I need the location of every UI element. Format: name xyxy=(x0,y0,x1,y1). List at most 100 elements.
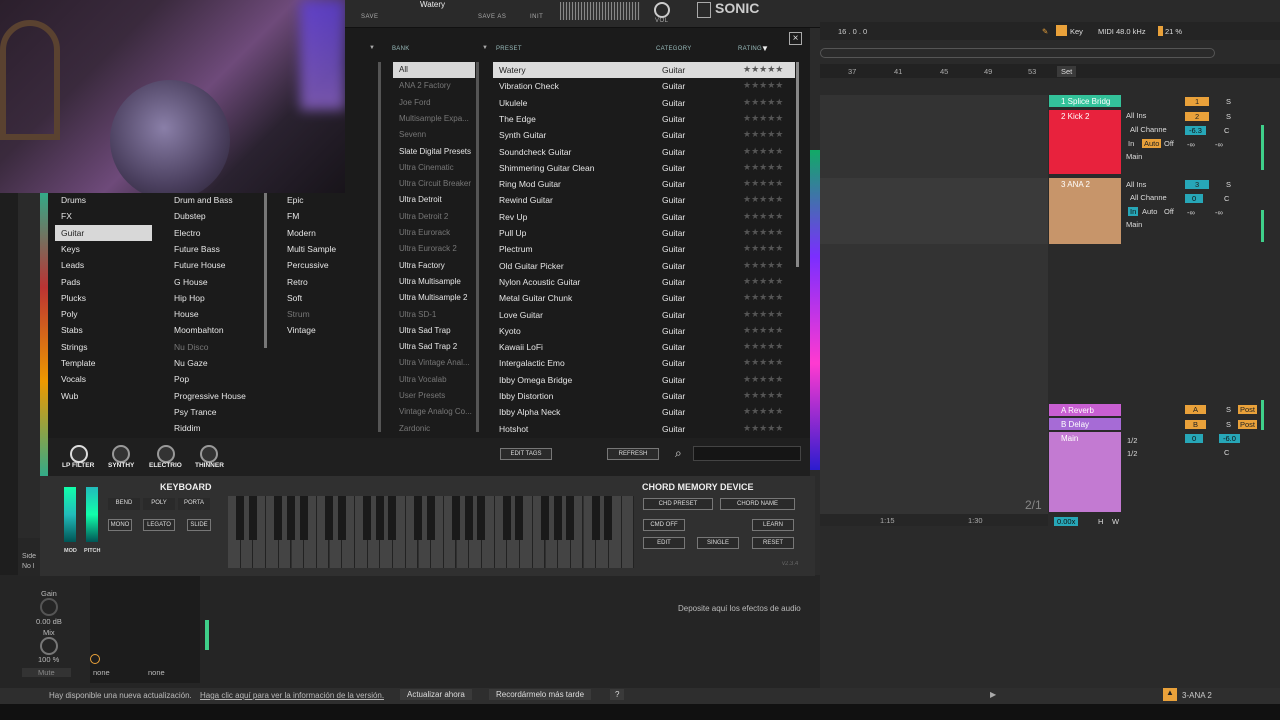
monitor-off[interactable]: Off xyxy=(1164,139,1174,148)
white-key[interactable] xyxy=(621,496,635,568)
cmd-off-button[interactable]: CMD OFF xyxy=(643,519,685,531)
track-name-2[interactable]: 2 Kick 2 xyxy=(1049,110,1089,123)
style-item[interactable]: Epic xyxy=(281,192,376,208)
grid-icon[interactable] xyxy=(1056,25,1067,36)
track-activator-3[interactable]: 3 xyxy=(1185,180,1210,189)
synthy-knob[interactable] xyxy=(112,445,130,463)
bank-item[interactable]: Ultra Eurorack 2 xyxy=(393,241,475,257)
preset-name-display[interactable]: Watery xyxy=(420,0,445,9)
reset-button[interactable]: RESET xyxy=(752,537,794,549)
sort-arrow-icon[interactable]: ▼ xyxy=(369,45,375,51)
track-name-3[interactable]: 3 ANA 2 xyxy=(1049,178,1090,191)
help-button[interactable]: ? xyxy=(610,689,625,700)
slide-button[interactable]: SLIDE xyxy=(187,519,211,531)
rating-stars[interactable]: ★★★★★ xyxy=(743,178,783,189)
save-button[interactable]: SAVE xyxy=(361,14,379,20)
send-a[interactable]: -∞ xyxy=(1187,140,1195,149)
black-key[interactable] xyxy=(324,496,333,540)
gain-knob[interactable] xyxy=(40,598,58,616)
rating-stars[interactable]: ★★★★★ xyxy=(743,243,783,254)
mono-button[interactable]: MONO xyxy=(108,519,132,531)
preset-name[interactable]: Plectrum xyxy=(493,241,653,257)
return-activator-b[interactable]: B xyxy=(1185,420,1207,429)
scrollbar[interactable] xyxy=(796,62,799,267)
genre-item[interactable]: Psy Trance xyxy=(168,404,264,420)
preset-category[interactable]: Guitar xyxy=(656,62,736,78)
preset-name[interactable]: Rev Up xyxy=(493,209,653,225)
preset-category[interactable]: Guitar xyxy=(656,144,736,160)
rating-stars[interactable]: ★★★★★ xyxy=(743,423,783,434)
black-key[interactable] xyxy=(502,496,511,540)
w-button[interactable]: W xyxy=(1112,517,1119,526)
preset-category[interactable]: Guitar xyxy=(656,372,736,388)
bank-item[interactable]: Ultra Detroit 2 xyxy=(393,209,475,225)
black-key[interactable] xyxy=(604,496,613,540)
preset-name[interactable]: Rewind Guitar xyxy=(493,192,653,208)
preset-name[interactable]: Hotshot xyxy=(493,421,653,437)
black-key[interactable] xyxy=(477,496,486,540)
preset-name[interactable]: Pull Up xyxy=(493,225,653,241)
volume-knob[interactable] xyxy=(654,2,670,18)
black-key[interactable] xyxy=(566,496,575,540)
category-item[interactable]: Pads xyxy=(55,274,152,290)
input-channel-select[interactable]: All Channe xyxy=(1130,193,1167,202)
volume-value[interactable]: 0 xyxy=(1185,194,1204,203)
genre-item[interactable]: Nu Gaze xyxy=(168,355,264,371)
save-as-button[interactable]: SAVE AS xyxy=(478,14,506,20)
bank-header[interactable]: BANK xyxy=(392,46,410,52)
preset-category[interactable]: Guitar xyxy=(656,339,736,355)
black-key[interactable] xyxy=(375,496,384,540)
preset-category[interactable]: Guitar xyxy=(656,127,736,143)
warning-icon[interactable]: ▲ xyxy=(1163,688,1177,701)
learn-button[interactable]: LEARN xyxy=(752,519,794,531)
category-item[interactable]: Guitar xyxy=(55,224,152,241)
style-item[interactable]: Percussive xyxy=(281,257,376,273)
preset-category[interactable]: Guitar xyxy=(656,241,736,257)
black-key[interactable] xyxy=(464,496,473,540)
bank-item[interactable]: Sevenn xyxy=(393,127,475,143)
genre-item[interactable]: Drum and Bass xyxy=(168,192,264,208)
rating-stars[interactable]: ★★★★★ xyxy=(743,211,783,222)
browser-sidebar[interactable] xyxy=(18,193,40,538)
mute-button[interactable]: Mute xyxy=(22,668,71,677)
category-item[interactable]: Template xyxy=(55,355,152,371)
solo-button[interactable]: S xyxy=(1226,97,1231,106)
preset-name[interactable]: Kawaii LoFi xyxy=(493,339,653,355)
black-key[interactable] xyxy=(413,496,422,540)
bank-item[interactable]: Zardonic xyxy=(393,421,475,437)
key-button[interactable]: Key xyxy=(1070,27,1083,36)
rating-stars[interactable]: ★★★★★ xyxy=(743,357,783,368)
porta-label[interactable]: PORTA xyxy=(178,498,210,510)
preset-name[interactable]: Ring Mod Guitar xyxy=(493,176,653,192)
bank-item[interactable]: Ultra Vintage Anal... xyxy=(393,355,475,371)
preset-name[interactable]: Synth Guitar xyxy=(493,127,653,143)
bank-item[interactable]: Ultra Sad Trap 2 xyxy=(393,339,475,355)
preset-category[interactable]: Guitar xyxy=(656,209,736,225)
genre-item[interactable]: Hip Hop xyxy=(168,290,264,306)
genre-item[interactable]: Future House xyxy=(168,257,264,273)
refresh-button[interactable]: REFRESH xyxy=(607,448,659,460)
style-item[interactable]: FM xyxy=(281,208,376,224)
preset-category[interactable]: Guitar xyxy=(656,421,736,437)
black-key[interactable] xyxy=(540,496,549,540)
style-item[interactable]: Modern xyxy=(281,225,376,241)
preset-category[interactable]: Guitar xyxy=(656,323,736,339)
gain-value[interactable]: 0.00 dB xyxy=(36,617,62,626)
bank-item[interactable]: User Presets xyxy=(393,388,475,404)
monitor-in[interactable]: In xyxy=(1128,207,1139,216)
pencil-icon[interactable]: ✎ xyxy=(1042,27,1048,36)
bank-item[interactable]: Ultra Multisample xyxy=(393,274,475,290)
bank-item[interactable]: Ultra SD-1 xyxy=(393,307,475,323)
set-button[interactable]: Set xyxy=(1057,66,1077,77)
preset-category[interactable]: Guitar xyxy=(656,225,736,241)
rating-stars[interactable]: ★★★★★ xyxy=(743,390,783,401)
single-button[interactable]: SINGLE xyxy=(697,537,739,549)
rating-stars[interactable]: ★★★★★ xyxy=(743,292,783,303)
preset-category[interactable]: Guitar xyxy=(656,290,736,306)
genre-item[interactable]: Moombahton xyxy=(168,322,264,338)
black-key[interactable] xyxy=(286,496,295,540)
preset-category[interactable]: Guitar xyxy=(656,111,736,127)
bank-item[interactable]: Ultra Eurorack xyxy=(393,225,475,241)
category-item[interactable]: Drums xyxy=(55,192,152,208)
close-icon[interactable]: × xyxy=(789,32,802,45)
